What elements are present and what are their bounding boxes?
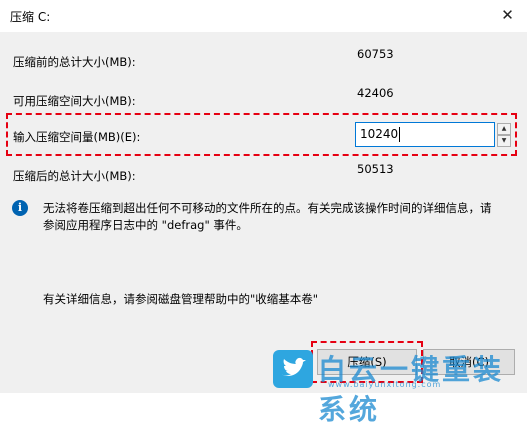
twitter-bird-icon [273,350,313,388]
close-button[interactable]: ✕ [488,0,527,32]
shrink-amount-label: 输入压缩空间量(MB)(E): [13,130,141,144]
text-caret [399,127,401,142]
shrink-amount-value: 10240 [360,127,399,141]
info-message: 无法将卷压缩到超出任何不可移动的文件所在的点。有关完成该操作时间的详细信息，请 … [43,200,513,234]
watermark-url: www.baiyunxitong.com [328,380,442,389]
available-value: 42406 [357,86,394,100]
available-label: 可用压缩空间大小(MB): [13,94,136,108]
info-line-1: 无法将卷压缩到超出任何不可移动的文件所在的点。有关完成该操作时间的详细信息，请 [43,201,492,215]
total-before-label: 压缩前的总计大小(MB): [13,55,136,69]
window-title: 压缩 C: [10,10,51,24]
info-icon: i [12,200,28,216]
spin-down-button[interactable]: ▼ [497,135,511,147]
info-line-2: 参阅应用程序日志中的 "defrag" 事件。 [43,218,248,232]
title-bar: 压缩 C: ✕ [0,0,527,32]
total-before-value: 60753 [357,47,394,61]
arrow-down-icon: ▼ [501,137,507,144]
spin-up-button[interactable]: ▲ [497,123,511,135]
total-after-label: 压缩后的总计大小(MB): [13,169,136,183]
shrink-amount-input[interactable]: 10240 [355,122,495,147]
arrow-up-icon: ▲ [501,125,507,132]
help-note: 有关详细信息，请参阅磁盘管理帮助中的"收缩基本卷" [43,292,319,306]
total-after-value: 50513 [357,162,394,176]
